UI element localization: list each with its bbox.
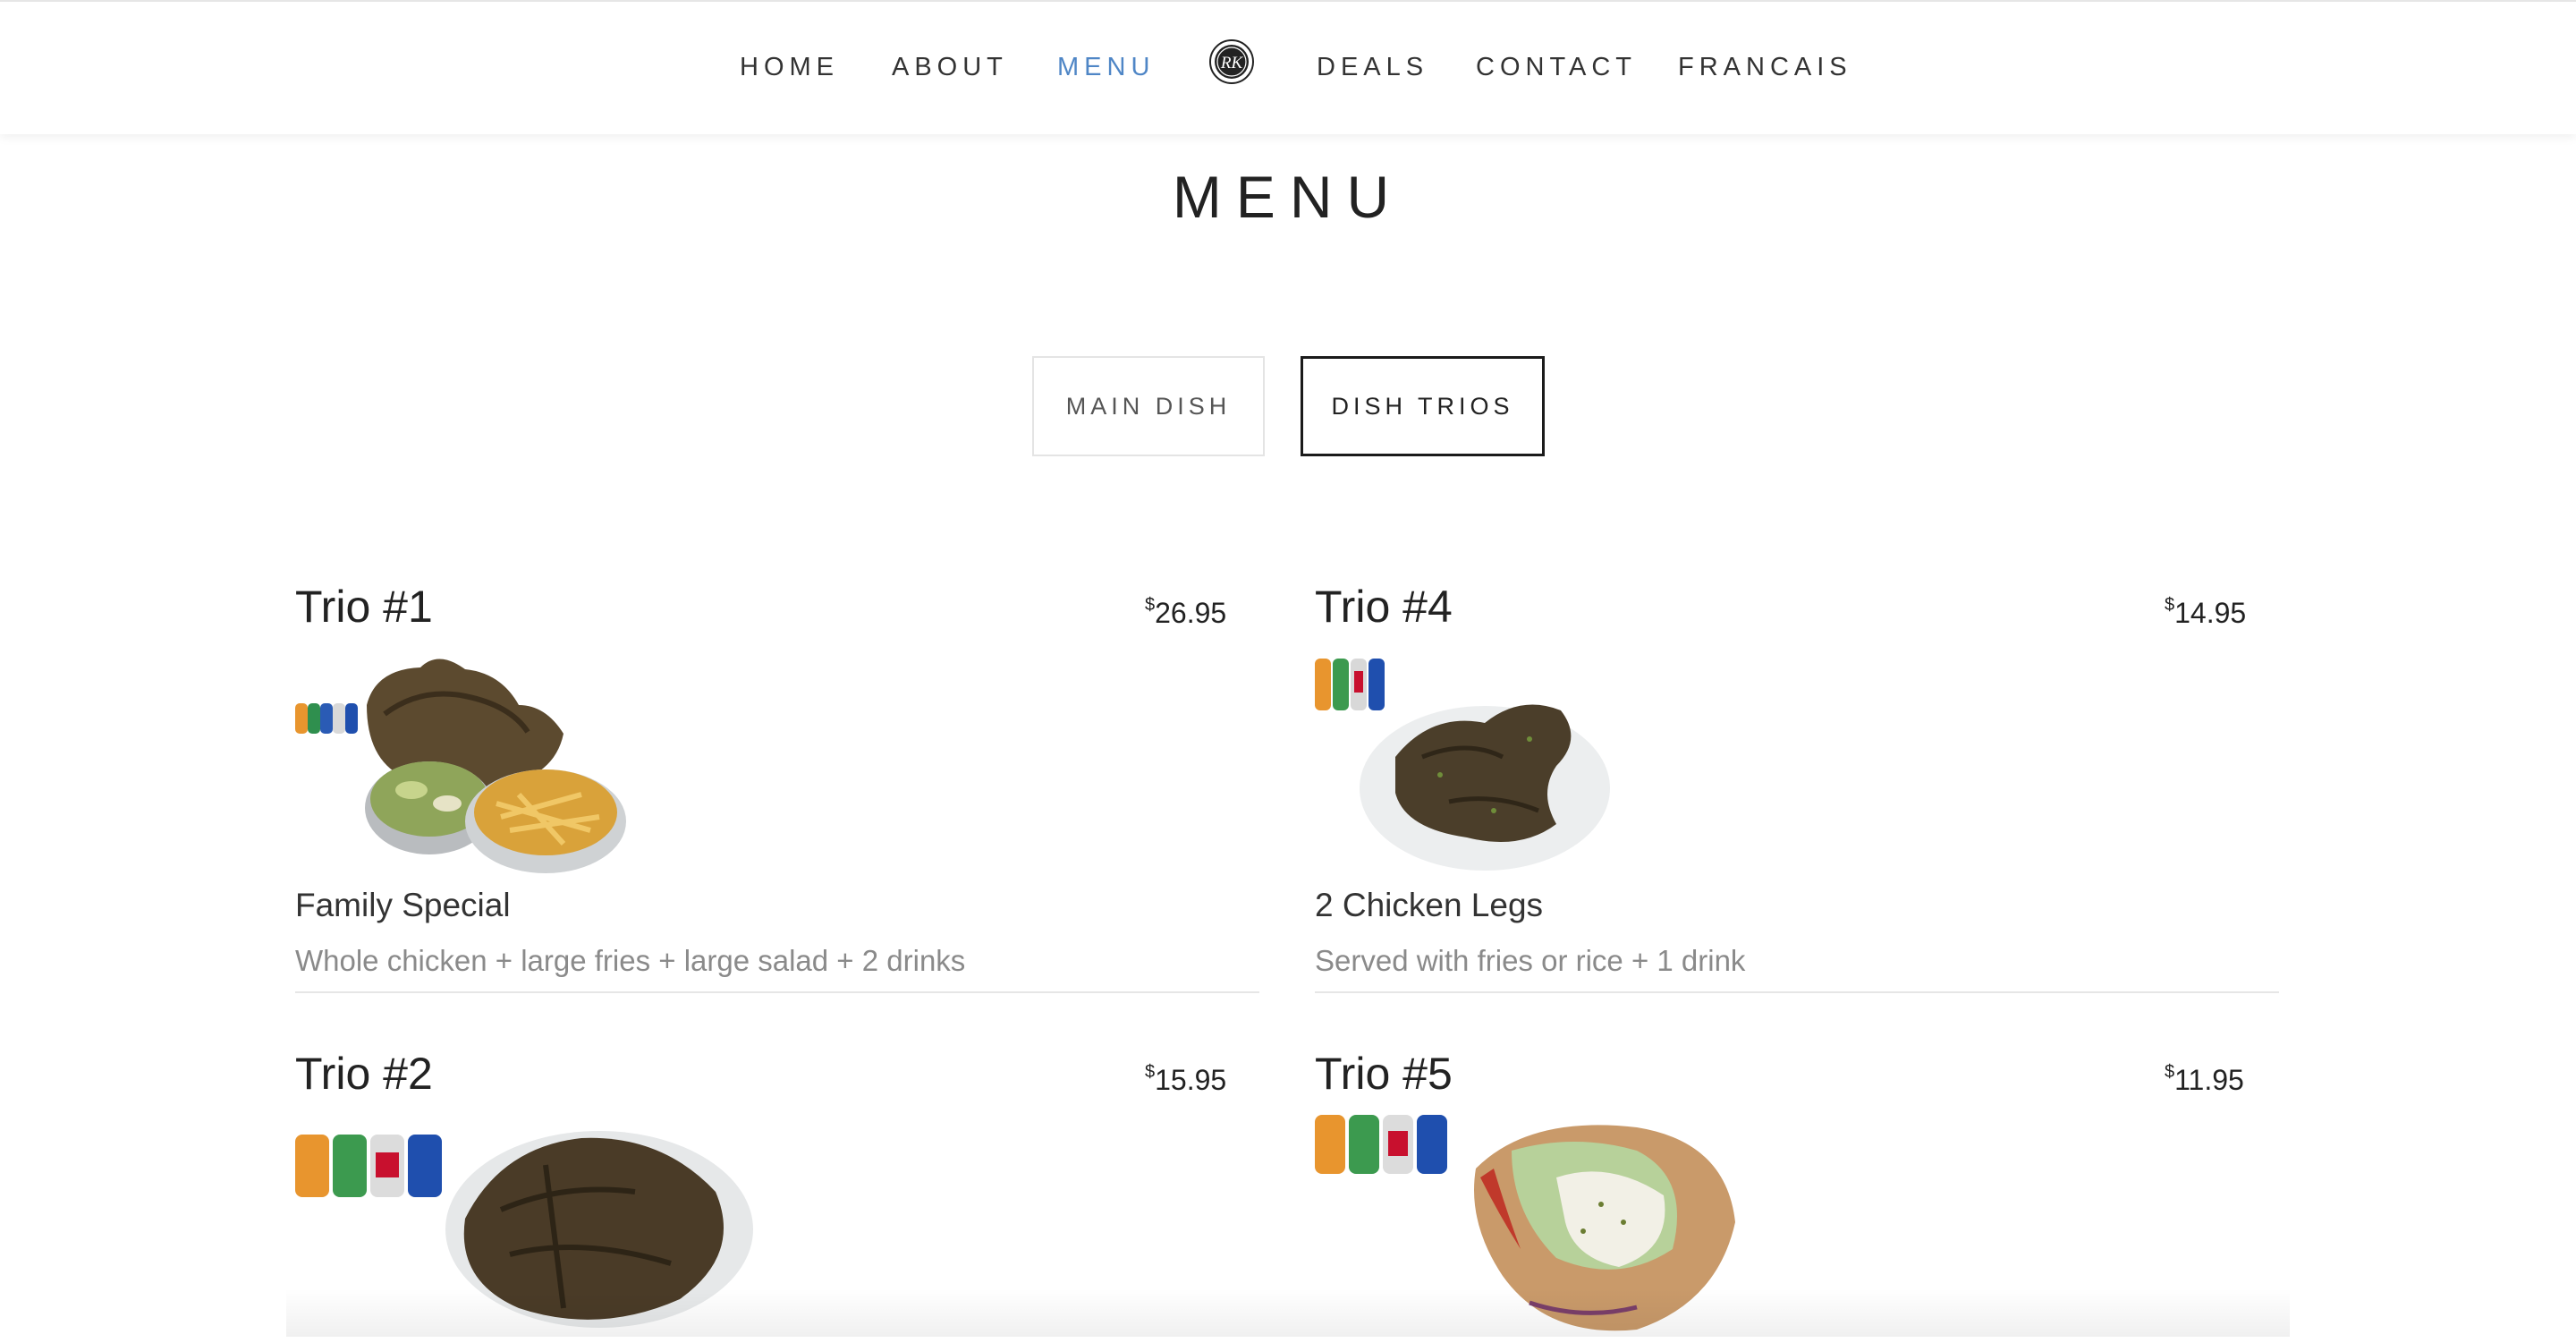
currency-symbol: $: [1145, 1062, 1156, 1082]
whole-chicken-salad-fries-drinks-photo: [295, 651, 626, 888]
item-price: $26.95: [1145, 587, 1226, 631]
menu-item-trio-5[interactable]: Trio #5 $11.95: [1315, 1047, 2281, 1337]
page-title: MENU: [1172, 164, 1404, 230]
shawarma-wrap-drinks-photo: [1315, 1115, 1780, 1343]
svg-text:RK: RK: [1220, 54, 1244, 72]
tab-main-dish[interactable]: MAIN DISH: [1032, 356, 1265, 456]
chicken-legs-drinks-photo: [1315, 659, 1610, 878]
chicken-plate-drinks-photo: [295, 1129, 760, 1339]
item-price: $11.95: [2165, 1054, 2244, 1098]
currency-symbol: $: [2165, 1062, 2175, 1082]
item-description: Whole chicken + large fries + large sala…: [295, 944, 966, 977]
menu-item-trio-4[interactable]: Trio #4 $14.95 2 Chicken Legs Served wit…: [1315, 580, 2281, 1000]
price-value: 26.95: [1155, 597, 1227, 629]
currency-symbol: $: [2165, 595, 2175, 615]
price-value: 11.95: [2174, 1064, 2244, 1096]
item-name: Trio #5: [1315, 1049, 1453, 1099]
divider: [1315, 991, 2279, 993]
item-subtitle: 2 Chicken Legs: [1315, 887, 1544, 923]
rk-logo-icon[interactable]: RK: [1208, 38, 1255, 85]
currency-symbol: $: [1145, 595, 1156, 615]
item-description: Served with fries or rice + 1 drink: [1315, 944, 1746, 977]
top-navigation-bar: HOME ABOUT MENU RK DEALS CONTACT FRANCAI…: [0, 0, 2576, 134]
nav-menu-link[interactable]: MENU: [1057, 52, 1155, 82]
nav-about-link[interactable]: ABOUT: [892, 52, 1008, 82]
item-name: Trio #4: [1315, 582, 1453, 632]
nav-francais-link[interactable]: FRANCAIS: [1678, 52, 1852, 82]
price-value: 14.95: [2174, 597, 2247, 629]
nav-contact-link[interactable]: CONTACT: [1476, 52, 1637, 82]
divider: [295, 991, 1259, 993]
item-price: $15.95: [1145, 1054, 1226, 1098]
price-value: 15.95: [1155, 1064, 1227, 1096]
item-name: Trio #2: [295, 1049, 433, 1099]
nav-deals-link[interactable]: DEALS: [1317, 52, 1428, 82]
nav-home-link[interactable]: HOME: [740, 52, 839, 82]
item-price: $14.95: [2165, 587, 2246, 631]
item-name: Trio #1: [295, 582, 433, 632]
item-subtitle: Family Special: [295, 887, 511, 923]
tab-dish-trios[interactable]: DISH TRIOS: [1301, 356, 1545, 456]
menu-item-trio-1[interactable]: Trio #1 $26.95 Family Special Whole chic…: [295, 580, 1261, 1000]
menu-item-trio-2[interactable]: Trio #2 $15.95: [295, 1047, 1261, 1337]
